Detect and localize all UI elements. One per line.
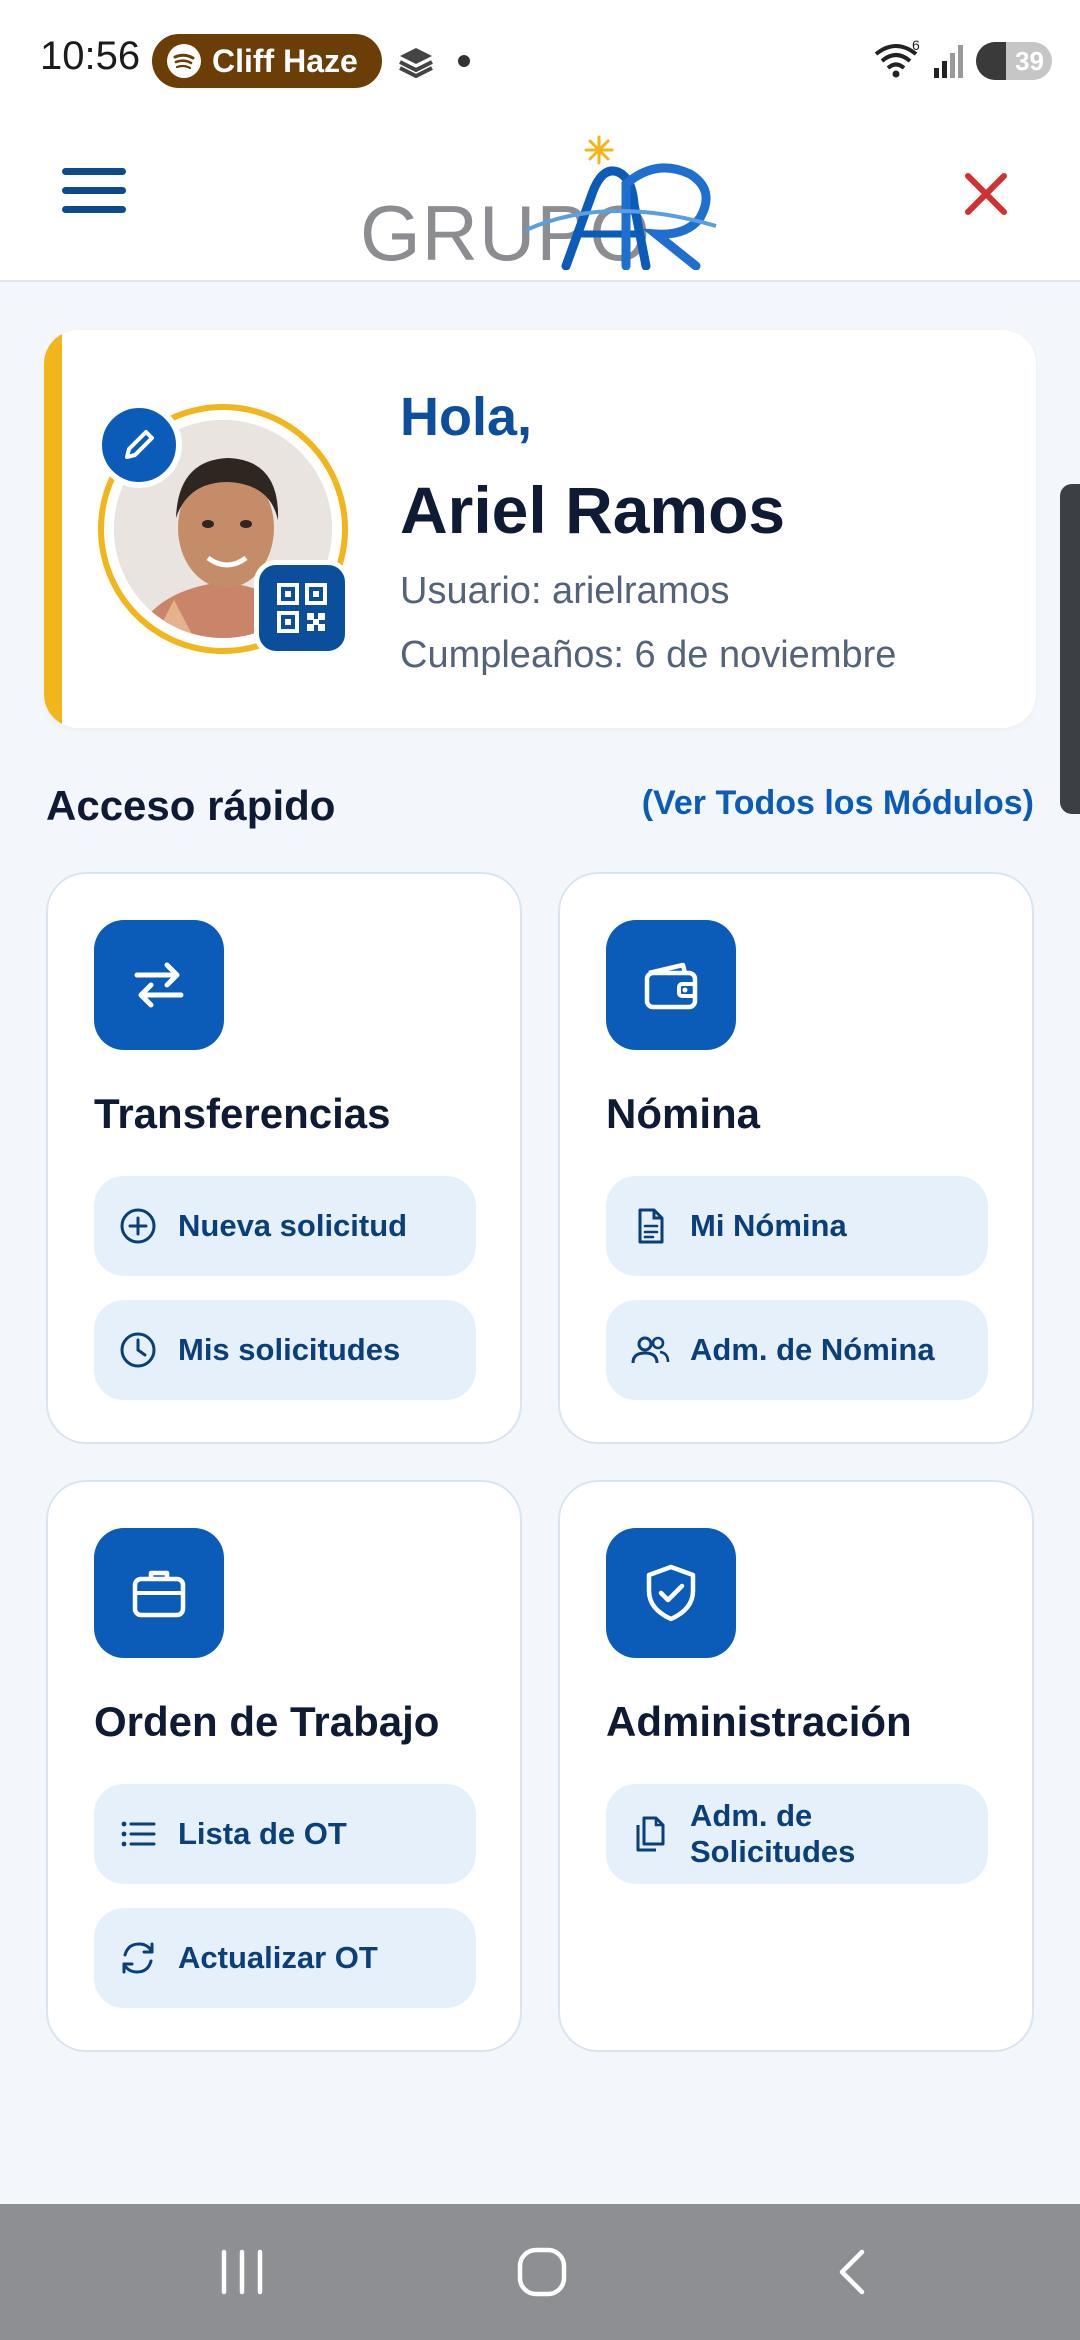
adm-de-solicitudes-button[interactable]: Adm. de Solicitudes xyxy=(606,1784,988,1884)
quick-access-title: Acceso rápido xyxy=(46,782,336,829)
users-icon xyxy=(631,1336,670,1364)
status-time: 10:56 xyxy=(40,34,141,78)
battery-level: 39 xyxy=(1015,46,1044,76)
nueva-solicitud-button[interactable]: Nueva solicitud xyxy=(94,1176,476,1276)
adm-de-nomina-button[interactable]: Adm. de Nómina xyxy=(606,1300,988,1400)
list-icon xyxy=(121,1821,156,1847)
pencil-icon xyxy=(125,430,154,459)
module-card-transferencias: Transferencias Nueva solicitud Mis solic… xyxy=(46,872,522,1444)
media-pill-label: Cliff Haze xyxy=(212,42,358,79)
menu-button[interactable] xyxy=(62,168,126,218)
system-nav-bar xyxy=(0,2204,1080,2340)
recent-apps-icon[interactable] xyxy=(216,2246,268,2298)
module-title: Orden de Trabajo xyxy=(94,1698,440,1745)
profile-accent-bar xyxy=(44,330,62,728)
birthday-label: Cumpleaños: 6 de noviembre xyxy=(400,634,897,676)
username-label: Usuario: arielramos xyxy=(400,570,730,612)
files-icon xyxy=(636,1816,665,1852)
module-title: Transferencias xyxy=(94,1090,391,1137)
action-label: Adm. de Nómina xyxy=(690,1332,935,1367)
action-label: Nueva solicitud xyxy=(178,1208,408,1243)
wallet-icon xyxy=(606,920,736,1050)
lista-de-ot-button[interactable]: Lista de OT xyxy=(94,1784,476,1884)
app-header: GRUPO xyxy=(0,120,1080,282)
edge-panel-handle[interactable] xyxy=(1060,484,1080,814)
layers-icon xyxy=(399,48,433,79)
battery-indicator: 39 xyxy=(976,42,1052,80)
module-card-orden-de-trabajo: Orden de Trabajo Lista de OT Actualizar … xyxy=(46,1480,522,2052)
action-label: Mis solicitudes xyxy=(178,1332,401,1367)
action-label: Lista de OT xyxy=(178,1816,347,1851)
briefcase-icon xyxy=(94,1528,224,1658)
greeting-text: Hola, xyxy=(400,387,533,447)
close-icon[interactable] xyxy=(962,170,1010,218)
shield-check-icon xyxy=(606,1528,736,1658)
mi-nomina-button[interactable]: Mi Nómina xyxy=(606,1176,988,1276)
logo-mark xyxy=(525,135,717,270)
media-pill[interactable]: Cliff Haze xyxy=(152,34,382,88)
notification-dot xyxy=(458,55,470,67)
plus-circle-icon xyxy=(120,1208,156,1244)
see-all-modules-link[interactable]: (Ver Todos los Módulos) xyxy=(642,784,1034,823)
back-icon[interactable] xyxy=(826,2246,878,2298)
user-full-name: Ariel Ramos xyxy=(400,473,786,547)
refresh-icon xyxy=(122,1942,154,1974)
menu-icon-line xyxy=(62,206,126,213)
action-label: Adm. de Solicitudes xyxy=(690,1798,856,1869)
mis-solicitudes-button[interactable]: Mis solicitudes xyxy=(94,1300,476,1400)
edit-profile-button[interactable] xyxy=(96,402,182,488)
module-card-administracion: Administración Adm. de Solicitudes xyxy=(558,1480,1034,2052)
qr-code-icon xyxy=(277,583,327,633)
network-label: 6 xyxy=(912,40,920,53)
wifi-icon: 6 xyxy=(874,40,920,78)
action-label: Mi Nómina xyxy=(690,1208,847,1243)
transfer-arrows-icon xyxy=(94,920,224,1050)
home-icon[interactable] xyxy=(516,2246,568,2298)
actualizar-ot-button[interactable]: Actualizar OT xyxy=(94,1908,476,2008)
document-icon xyxy=(638,1208,664,1244)
module-title: Administración xyxy=(606,1698,912,1745)
menu-icon-line xyxy=(62,187,126,194)
profile-card: Hola, Ariel Ramos Usuario: arielramos Cu… xyxy=(44,330,1036,728)
module-card-nomina: Nómina Mi Nómina Adm. de Nómina xyxy=(558,872,1034,1444)
signal-icon xyxy=(934,45,963,78)
clock-icon xyxy=(120,1332,156,1368)
battery-fill xyxy=(976,42,1006,80)
status-bar: 10:56 Cliff Haze 6 39 xyxy=(0,0,1080,120)
spotify-icon xyxy=(167,44,201,78)
action-label: Actualizar OT xyxy=(178,1940,378,1975)
company-logo: GRUPO xyxy=(356,134,726,277)
module-title: Nómina xyxy=(606,1090,761,1137)
qr-code-button[interactable] xyxy=(254,560,350,656)
menu-icon-line xyxy=(62,168,126,175)
